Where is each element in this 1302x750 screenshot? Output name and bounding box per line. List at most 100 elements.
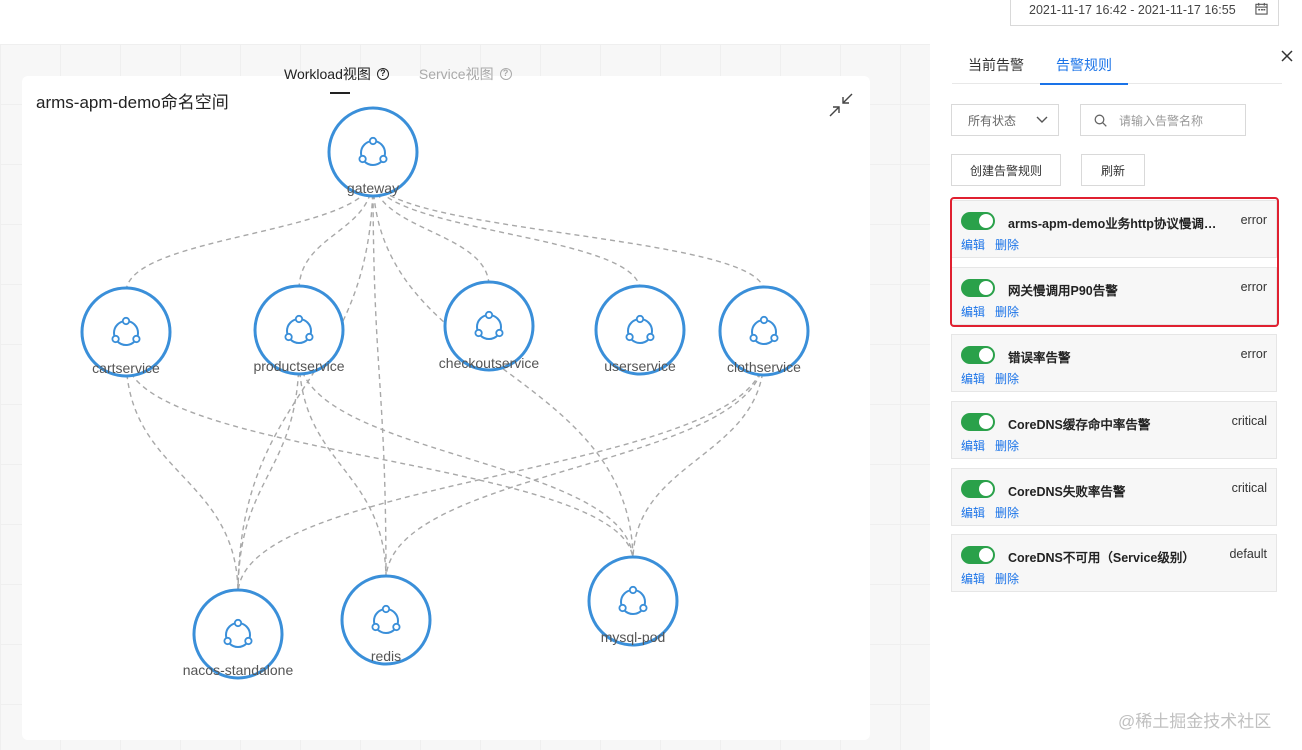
edge-cartservice-nacos [125,356,239,595]
alert-rule-item: arms-apm-demo业务http协议慢调用告警 error 编辑 删除 [951,200,1277,258]
rule-actions: 编辑 删除 [961,504,1019,521]
rule-enable-toggle[interactable] [961,546,995,564]
rule-enable-toggle[interactable] [961,346,995,364]
alert-panel: 当前告警 告警规则 所有状态 请输入告警名称 创建告警规则 刷新 arms-ap… [930,44,1302,750]
top-bar: 2021-11-17 16:42 - 2021-11-17 16:55 [0,0,1302,44]
alert-rule-item: 网关慢调用P90告警 error 编辑 删除 [951,267,1277,325]
rule-level: default [1229,547,1267,561]
edge-gateway-nacos [237,176,374,595]
topology-graph: gateway cartservice productservice checkout… [80,106,810,680]
rule-actions: 编辑 删除 [961,236,1019,253]
status-filter-select[interactable]: 所有状态 [951,104,1059,136]
rule-actions: 编辑 删除 [961,370,1019,387]
date-range-text: 2021-11-17 16:42 - 2021-11-17 16:55 [1029,2,1236,17]
graph-title: arms-apm-demo命名空间 [36,93,229,112]
panel-tabs: 当前告警 告警规则 [952,44,1282,85]
rule-enable-toggle[interactable] [961,212,995,230]
node-label: productservice [253,358,344,374]
node-label: clothservice [727,359,801,375]
node-checkoutservice[interactable]: checkoutservice [439,280,540,372]
rule-enable-toggle[interactable] [961,279,995,297]
refresh-button[interactable]: 刷新 [1081,154,1145,186]
edit-link[interactable]: 编辑 [961,570,985,587]
node-nacos[interactable]: nacos-standalone [183,588,294,680]
alert-search-input[interactable]: 请输入告警名称 [1080,104,1246,136]
rule-level: critical [1231,414,1267,428]
edge-productservice-mysql [298,354,634,562]
tab-service-view[interactable]: Service视图 ? [419,64,512,84]
collapse-icon[interactable] [828,92,854,118]
rule-name: CoreDNS缓存命中率告警 [1008,418,1151,432]
active-tab-indicator [330,92,350,94]
watermark: @稀土掘金技术社区 [1118,712,1272,731]
search-placeholder: 请输入告警名称 [1119,113,1204,128]
delete-link[interactable]: 删除 [995,570,1019,587]
rule-enable-toggle[interactable] [961,480,995,498]
node-label: userservice [604,358,676,374]
node-userservice[interactable]: userservice [594,284,686,376]
tab-alert-rules[interactable]: 告警规则 [1040,44,1128,85]
delete-link[interactable]: 删除 [995,370,1019,387]
alert-rule-item: 错误率告警 error 编辑 删除 [951,334,1277,392]
node-label: cartservice [92,360,160,376]
alert-rule-item: CoreDNS不可用（Service级别） default 编辑 删除 [951,534,1277,592]
delete-link[interactable]: 删除 [995,236,1019,253]
edge-gateway-redis [372,176,387,581]
rule-actions: 编辑 删除 [961,570,1019,587]
rule-name: arms-apm-demo业务http协议慢调用告警 [1008,217,1228,231]
node-productservice[interactable]: productservice [253,284,345,376]
edit-link[interactable]: 编辑 [961,370,985,387]
date-range-picker[interactable]: 2021-11-17 16:42 - 2021-11-17 16:55 [1010,0,1279,26]
rule-level: error [1240,280,1267,294]
edge-gateway-userservice [372,176,641,291]
rule-level: critical [1231,481,1267,495]
delete-link[interactable]: 删除 [995,504,1019,521]
node-label: gateway [347,180,399,196]
edge-clothservice-mysql [632,355,765,562]
node-label: checkoutservice [439,355,540,371]
rule-name: CoreDNS不可用（Service级别） [1008,551,1195,565]
edge-gateway-cartservice [125,176,374,293]
status-filter-value: 所有状态 [968,113,1017,128]
edit-link[interactable]: 编辑 [961,303,985,320]
edit-link[interactable]: 编辑 [961,504,985,521]
node-label: mysql-pod [601,629,666,645]
delete-link[interactable]: 删除 [995,303,1019,320]
edit-link[interactable]: 编辑 [961,236,985,253]
alert-rule-item: CoreDNS缓存命中率告警 critical 编辑 删除 [951,401,1277,459]
tab-service-label: Service视图 [418,66,494,82]
rule-level: error [1240,213,1267,227]
rule-actions: 编辑 删除 [961,303,1019,320]
rule-name: 网关慢调用P90告警 [1008,284,1118,298]
alert-rule-item: CoreDNS失败率告警 critical 编辑 删除 [951,468,1277,526]
edge-productservice-nacos [237,354,300,595]
edge-clothservice-redis [385,355,765,581]
tab-current-alerts[interactable]: 当前告警 [952,44,1040,84]
node-mysql[interactable]: mysql-pod [587,555,679,647]
edit-link[interactable]: 编辑 [961,437,985,454]
node-label: redis [371,648,401,664]
edge-gateway-clothservice [372,176,765,292]
tab-workload-label: Workload视图 [284,66,371,82]
calendar-icon [1255,2,1268,15]
rule-enable-toggle[interactable] [961,413,995,431]
edge-clothservice-nacos [237,355,765,595]
node-redis[interactable]: redis [340,574,432,666]
topology-graph-card: gateway cartservice productservice checkout… [22,76,870,740]
tab-workload-view[interactable]: Workload视图 ? [284,64,389,84]
node-gateway[interactable]: gateway [327,106,419,198]
create-rule-button[interactable]: 创建告警规则 [951,154,1061,186]
rule-actions: 编辑 删除 [961,437,1019,454]
help-icon[interactable]: ? [499,68,512,80]
rule-name: 错误率告警 [1008,351,1071,365]
node-label: nacos-standalone [183,662,294,678]
delete-link[interactable]: 删除 [995,437,1019,454]
search-icon [1094,114,1107,127]
help-icon[interactable]: ? [376,68,389,80]
rule-level: error [1240,347,1267,361]
node-clothservice[interactable]: clothservice [718,285,810,377]
rule-name: CoreDNS失败率告警 [1008,485,1126,499]
view-tabs: Workload视图 ? Service视图 ? [284,64,512,84]
chevron-down-icon [1036,116,1048,123]
node-cartservice[interactable]: cartservice [80,286,172,378]
